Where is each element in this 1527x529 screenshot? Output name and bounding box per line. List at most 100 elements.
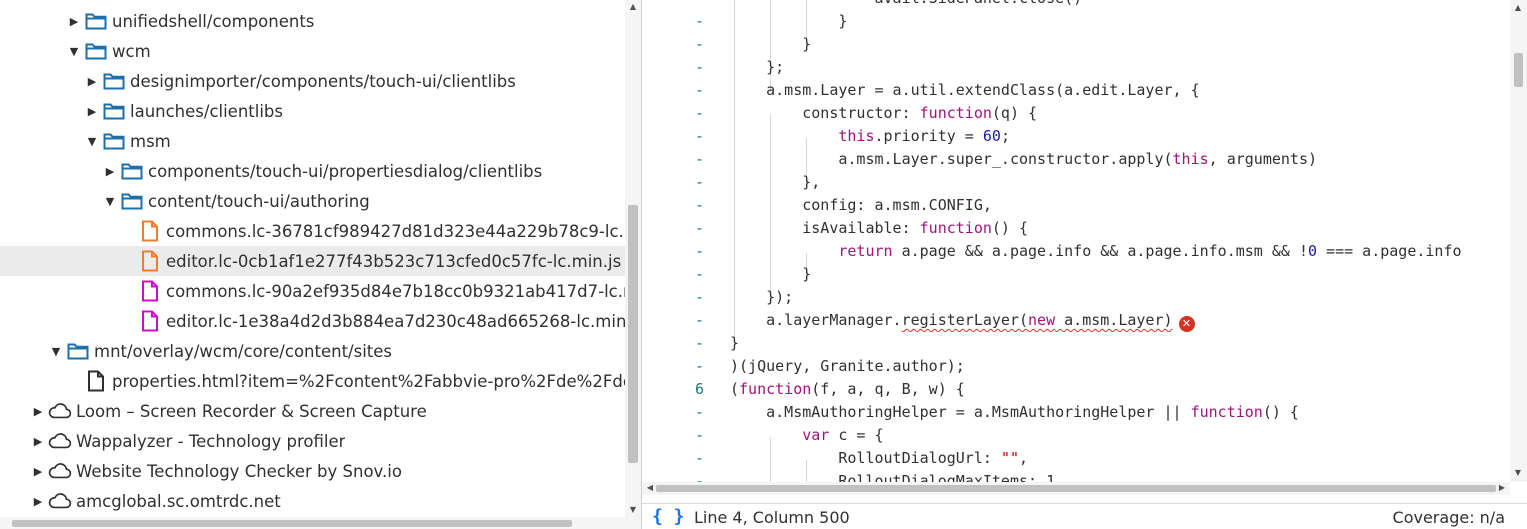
code-text: (function(f, a, q, B, w) { [730,380,965,398]
cloud-icon [48,430,72,452]
code-editor[interactable]: - avail.SidePanel.close()- }- }- };- a.m… [642,0,1527,495]
tree-item[interactable]: ▶ designimporter/components/touch-ui/clie… [0,66,625,96]
scroll-down-icon[interactable]: ▼ [625,505,641,514]
code-line[interactable]: - } [642,10,1510,33]
collapsed-arrow-icon[interactable]: ▶ [102,165,118,178]
code-text: } [730,35,812,53]
collapsed-arrow-icon[interactable]: ▶ [30,435,46,448]
editor-horizontal-scroll-thumb[interactable] [656,485,1496,492]
code-line[interactable]: - }, [642,171,1510,194]
pretty-print-button[interactable]: { } [652,506,685,527]
editor-vertical-scrollbar[interactable]: ▲ ▼ [1510,0,1527,482]
code-line[interactable]: 6 (function(f, a, q, B, w) { [642,378,1510,401]
tree-item-label: commons.lc-90a2ef935d84e7b18cc0b9321ab41… [166,281,625,301]
line-gutter: - [694,265,704,283]
editor-horizontal-scrollbar[interactable]: ◀ ▶ [642,482,1510,495]
tree-vertical-scrollbar[interactable]: ▲ ▼ [625,0,641,517]
line-gutter: - [694,288,704,306]
code-line[interactable]: -} [642,332,1510,355]
tree-item[interactable]: ▶ Website Technology Checker by Snov.io [0,456,625,486]
tree-item-label: msm [130,131,171,151]
code-line[interactable]: - return a.page && a.page.info && a.page… [642,240,1510,263]
code-line[interactable]: - }; [642,56,1510,79]
line-gutter: - [694,81,704,99]
stylesheet-file-icon [138,310,162,332]
code-line[interactable]: -)(jQuery, Granite.author); [642,355,1510,378]
tree-item[interactable]: commons.lc-36781cf989427d81d323e44a229b7… [0,216,625,246]
tree-item-label: components/touch-ui/propertiesdialog/cli… [148,161,543,181]
tree-item[interactable]: commons.lc-90a2ef935d84e7b18cc0b9321ab41… [0,276,625,306]
folder-icon [120,160,144,182]
code-text: a.layerManager.registerLayer(new a.msm.L… [730,309,1195,332]
line-gutter: - [694,403,704,421]
tree-item[interactable]: editor.lc-1e38a4d2d3b884ea7d230c48ad6652… [0,306,625,336]
error-x-icon[interactable]: ✕ [1178,316,1195,332]
tree-item-label: Loom – Screen Recorder & Screen Capture [76,401,427,421]
code-line[interactable]: - this.priority = 60; [642,125,1510,148]
tree-horizontal-scroll-thumb[interactable] [12,520,572,527]
code-line[interactable]: - isAvailable: function() { [642,217,1510,240]
code-text: )(jQuery, Granite.author); [730,357,965,375]
tree-item[interactable]: ▼ wcm [0,36,625,66]
code-line[interactable]: - }); [642,286,1510,309]
cloud-icon [48,400,72,422]
code-line[interactable]: - var c = { [642,424,1510,447]
scroll-right-icon[interactable]: ▶ [1494,483,1510,492]
cloud-icon [48,490,72,512]
script-file-icon [138,250,162,272]
code-text: avail.SidePanel.close() [730,0,1082,10]
expanded-arrow-icon[interactable]: ▼ [102,195,118,208]
code-line[interactable]: - a.msm.Layer.super_.constructor.apply(t… [642,148,1510,171]
tree-item[interactable]: ▶ unifiedshell/components [0,6,625,36]
code-line[interactable]: - } [642,33,1510,56]
collapsed-arrow-icon[interactable]: ▶ [84,75,100,88]
tree-item[interactable]: ▶ Loom – Screen Recorder & Screen Capture [0,396,625,426]
code-line[interactable]: - a.layerManager.registerLayer(new a.msm… [642,309,1510,332]
folder-icon [102,70,126,92]
code-line[interactable]: - } [642,263,1510,286]
tree-item[interactable]: editor.lc-0cb1af1e277f43b523c713cfed0c57… [0,246,625,276]
tree-item[interactable]: ▶ components/touch-ui/propertiesdialog/cl… [0,156,625,186]
tree-vertical-scroll-thumb[interactable] [628,205,638,463]
tree-item[interactable]: ▼ content/touch-ui/authoring [0,186,625,216]
tree-item[interactable]: properties.html?item=%2Fcontent%2Fabbvie… [0,366,625,396]
document-file-icon [84,370,108,392]
tree-item-label: commons.lc-36781cf989427d81d323e44a229b7… [166,221,625,241]
collapsed-arrow-icon[interactable]: ▶ [84,105,100,118]
tree-item[interactable]: ▶ Wappalyzer - Technology profiler [0,426,625,456]
tree-item[interactable]: ▶ amcglobal.sc.omtrdc.net [0,486,625,516]
code-line[interactable]: - constructor: function(q) { [642,102,1510,125]
scroll-up-icon[interactable]: ▲ [625,2,641,11]
code-line[interactable]: - RolloutDialogUrl: "", [642,447,1510,470]
code-text: a.MsmAuthoringHelper = a.MsmAuthoringHel… [730,403,1299,421]
tree-item[interactable]: ▼ mnt/overlay/wcm/core/content/sites [0,336,625,366]
expanded-arrow-icon[interactable]: ▼ [84,135,100,148]
collapsed-arrow-icon[interactable]: ▶ [66,15,82,28]
tree-item-label: Wappalyzer - Technology profiler [76,431,346,451]
expanded-arrow-icon[interactable]: ▼ [48,345,64,358]
code-text: } [730,12,848,30]
file-tree-pane: ▶ unifiedshell/components ▼ wcm ▶ designimpor… [0,0,641,529]
collapsed-arrow-icon[interactable]: ▶ [30,495,46,508]
tree-item[interactable]: ▼ msm [0,126,625,156]
code-line[interactable]: - config: a.msm.CONFIG, [642,194,1510,217]
tree-item-label: wcm [112,41,151,61]
code-line[interactable]: - avail.SidePanel.close() [642,0,1510,10]
line-gutter: - [694,196,704,214]
line-gutter: - [694,127,704,145]
collapsed-arrow-icon[interactable]: ▶ [30,465,46,478]
expanded-arrow-icon[interactable]: ▼ [66,45,82,58]
code-text: }, [730,173,821,191]
code-line[interactable]: - a.MsmAuthoringHelper = a.MsmAuthoringH… [642,401,1510,424]
code-text: this.priority = 60; [838,127,1010,145]
code-text: var c = { [802,426,884,444]
editor-vertical-scroll-thumb[interactable] [1514,53,1523,87]
line-gutter: - [694,449,704,467]
scroll-up-icon[interactable]: ▲ [1510,3,1526,12]
tree-horizontal-scrollbar[interactable] [0,517,641,529]
scroll-down-icon[interactable]: ▼ [1510,468,1526,477]
code-line[interactable]: - a.msm.Layer = a.util.extendClass(a.edi… [642,79,1510,102]
collapsed-arrow-icon[interactable]: ▶ [30,405,46,418]
code-text: isAvailable: function() { [730,219,1029,237]
tree-item[interactable]: ▶ launches/clientlibs [0,96,625,126]
